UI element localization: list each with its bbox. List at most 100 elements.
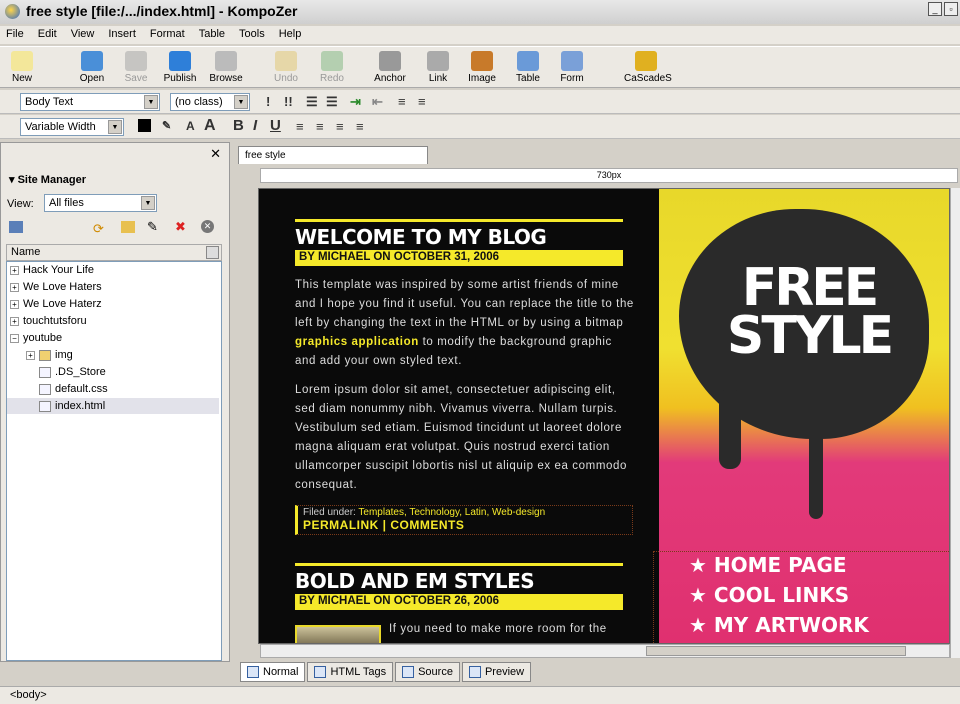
bullet-list-icon[interactable]: ☰ xyxy=(326,94,338,110)
bold-button[interactable]: B xyxy=(233,117,244,134)
delete-icon[interactable]: ✖ xyxy=(175,219,186,235)
editor-canvas[interactable]: WELCOME TO MY BLOG BY MICHAEL ON OCTOBER… xyxy=(258,188,950,644)
justify-icon[interactable]: ≡ xyxy=(356,119,364,134)
stop-icon[interactable]: ✕ xyxy=(201,220,214,233)
tree-item[interactable]: .DS_Store xyxy=(7,364,219,380)
align-left-icon[interactable]: ≡ xyxy=(296,119,304,134)
close-icon[interactable]: ✕ xyxy=(210,146,221,162)
toolbar-anchor-button[interactable]: Anchor xyxy=(368,51,412,84)
tab-free-style[interactable]: free style xyxy=(238,146,428,164)
horizontal-scrollbar[interactable] xyxy=(260,644,950,658)
toolbar-table-button[interactable]: Table xyxy=(506,51,550,84)
post-byline: BY MICHAEL ON OCTOBER 31, 2006 xyxy=(295,250,623,266)
align-lines-icon[interactable]: ≡ xyxy=(398,94,406,109)
expander-icon[interactable]: + xyxy=(10,265,19,275)
smaller-font-icon[interactable]: A xyxy=(186,119,195,133)
toolbar-save-button[interactable]: Save xyxy=(114,51,158,84)
toolbar-redo-button[interactable]: Redo xyxy=(310,51,354,84)
permalink-comments-links[interactable]: PERMALINK | COMMENTS xyxy=(303,518,627,532)
tree-item[interactable]: + We Love Haterz xyxy=(7,296,219,312)
menu-help[interactable]: Help xyxy=(279,26,309,44)
rename-icon[interactable]: ✎ xyxy=(147,219,158,235)
align-right-icon[interactable]: ≡ xyxy=(336,119,344,134)
align-center-icon[interactable]: ≡ xyxy=(316,119,324,134)
element-path[interactable]: <body> xyxy=(10,689,47,701)
tab-normal[interactable]: Normal xyxy=(240,662,306,682)
site-manager-title: ▾ Site Manager xyxy=(9,174,87,186)
nav-link[interactable]: ★ HOME PAGE xyxy=(689,553,847,577)
tree-item[interactable]: index.html xyxy=(7,398,219,414)
indent-icon[interactable]: ⇥ xyxy=(350,94,361,110)
italic-button[interactable]: I xyxy=(253,117,257,134)
expander-icon[interactable]: − xyxy=(10,333,19,343)
minimize-button[interactable]: _ xyxy=(928,2,942,16)
menu-edit[interactable]: Edit xyxy=(38,26,64,44)
new-folder-icon[interactable] xyxy=(121,221,135,233)
paragraph-format-select[interactable]: Body Text ▼ xyxy=(20,93,160,111)
view-value: All files xyxy=(49,197,84,209)
column-picker-icon[interactable] xyxy=(206,246,219,259)
tree-item[interactable]: + img xyxy=(7,347,219,363)
tree-item[interactable]: + Hack Your Life xyxy=(7,262,219,278)
tree-item-label: .DS_Store xyxy=(55,366,106,378)
larger-font-icon[interactable]: A xyxy=(204,117,216,135)
vertical-scrollbar[interactable] xyxy=(950,188,960,658)
toolbar-undo-button[interactable]: Undo xyxy=(264,51,308,84)
expander-icon[interactable]: + xyxy=(10,282,19,292)
outdent-icon[interactable]: ⇤ xyxy=(372,94,383,110)
file-icon xyxy=(39,400,51,412)
strong-icon[interactable]: !! xyxy=(284,94,293,109)
toolbar-new-button[interactable]: New xyxy=(0,51,44,84)
tag-links[interactable]: Templates, Technology, Latin, Web-design xyxy=(358,507,545,518)
tree-item[interactable]: + touchtutsforu xyxy=(7,313,219,329)
refresh-icon[interactable]: ⟳ xyxy=(93,221,104,237)
underline-button[interactable]: U xyxy=(270,117,281,134)
nav-link[interactable]: ★ MY ARTWORK xyxy=(689,613,869,637)
sites-icon[interactable] xyxy=(9,221,23,233)
menu-insert[interactable]: Insert xyxy=(108,26,143,44)
toolbar-label: CaScadeS xyxy=(624,73,672,84)
menu-tools[interactable]: Tools xyxy=(239,26,272,44)
expander-icon[interactable]: + xyxy=(10,316,19,326)
toolbar-cascades-button[interactable]: CaScadeS xyxy=(624,51,672,84)
toolbar-open-button[interactable]: Open xyxy=(70,51,114,84)
text-color-icon[interactable] xyxy=(138,119,151,132)
menu-format[interactable]: Format xyxy=(150,26,192,44)
menu-file[interactable]: File xyxy=(6,26,31,44)
toolbar-form-button[interactable]: Form xyxy=(550,51,594,84)
menu-view[interactable]: View xyxy=(71,26,102,44)
toolbar-browse-button[interactable]: Browse xyxy=(204,51,248,84)
font-select[interactable]: Variable Width ▼ xyxy=(20,118,124,136)
nav-link[interactable]: ★ COOL LINKS xyxy=(689,583,849,607)
graphics-application-link[interactable]: graphics application xyxy=(295,336,419,348)
expander-icon[interactable]: + xyxy=(10,299,19,309)
toolbar-link-button[interactable]: Link xyxy=(416,51,460,84)
tab-preview[interactable]: Preview xyxy=(461,662,532,682)
post-text: This template was inspired by some artis… xyxy=(295,279,634,329)
view-select[interactable]: All files ▼ xyxy=(44,194,157,212)
post-footer: Filed under: Templates, Technology, Lati… xyxy=(295,505,633,535)
nav-link-label: HOME PAGE xyxy=(713,553,847,577)
cascades-icon xyxy=(635,51,657,71)
menu-table[interactable]: Table xyxy=(199,26,232,44)
class-select[interactable]: (no class) ▼ xyxy=(170,93,250,111)
align-lines2-icon[interactable]: ≡ xyxy=(418,94,426,109)
toolbar-publish-button[interactable]: Publish xyxy=(158,51,202,84)
name-column-header[interactable]: Name xyxy=(6,244,222,261)
tab-source[interactable]: Source xyxy=(395,662,460,682)
tab-html-tags[interactable]: HTML Tags xyxy=(307,662,394,682)
toolbar-label: Publish xyxy=(163,73,197,84)
tree-item[interactable]: default.css xyxy=(7,381,219,397)
expander-icon[interactable]: + xyxy=(26,350,35,360)
open-icon xyxy=(81,51,103,71)
highlight-pen-icon[interactable]: ✎ xyxy=(162,119,171,132)
emphasis-icon[interactable]: ! xyxy=(266,94,270,109)
toolbar-image-button[interactable]: Image xyxy=(460,51,504,84)
numbered-list-icon[interactable]: ☰ xyxy=(306,94,318,110)
restore-button[interactable]: ▫ xyxy=(944,2,958,16)
tree-item[interactable]: + We Love Haters xyxy=(7,279,219,295)
scroll-thumb[interactable] xyxy=(646,646,906,656)
post-divider xyxy=(295,563,623,566)
toolbar-label: Anchor xyxy=(374,73,406,84)
tree-item[interactable]: − youtube xyxy=(7,330,219,346)
